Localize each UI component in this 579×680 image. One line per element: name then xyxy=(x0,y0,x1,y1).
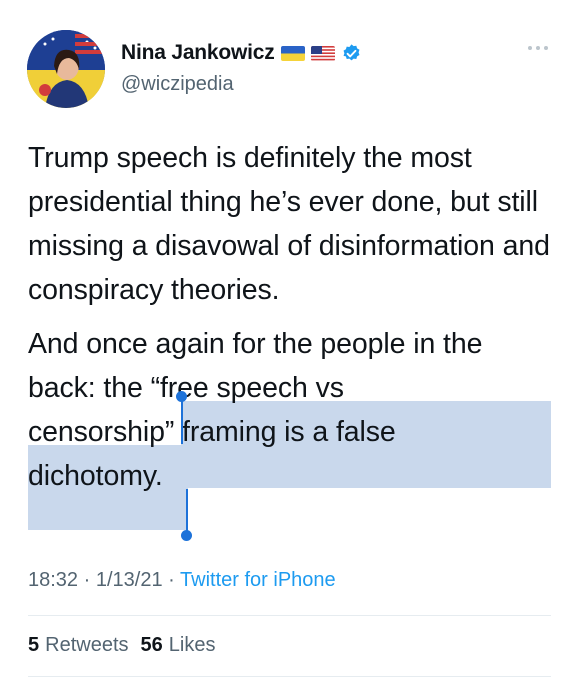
more-options-icon[interactable] xyxy=(528,46,550,54)
meta-separator: · xyxy=(168,569,175,591)
retweets-label: Retweets xyxy=(45,634,129,656)
tweet-stats: 5 Retweets 56 Likes xyxy=(28,634,215,657)
author-name[interactable]: Nina Jankowicz xyxy=(121,41,275,65)
retweets-count: 5 xyxy=(28,634,40,656)
selection-end-caret xyxy=(186,489,188,531)
avatar-image xyxy=(27,30,105,108)
tweet-text: Trump speech is definitely the most pres… xyxy=(28,136,553,498)
selected-text: dichotomy. xyxy=(28,460,163,492)
tweet-source-link[interactable]: Twitter for iPhone xyxy=(180,569,336,591)
likes-stat[interactable]: 56 Likes xyxy=(141,634,216,657)
tweet-meta: 18:32 · 1/13/21 · Twitter for iPhone xyxy=(28,569,336,592)
retweets-stat[interactable]: 5 Retweets xyxy=(28,634,129,657)
likes-label: Likes xyxy=(168,634,216,656)
selection-start-caret xyxy=(181,398,183,444)
selected-text: censorship” framing is a false xyxy=(28,416,396,448)
ukraine-flag-icon xyxy=(280,45,305,61)
divider xyxy=(28,615,551,616)
author-row: Nina Jankowicz xyxy=(121,41,362,65)
us-flag-icon xyxy=(310,45,335,61)
tweet-paragraph-1: Trump speech is definitely the most pres… xyxy=(28,142,550,306)
author-handle[interactable]: @wiczipedia xyxy=(121,73,234,96)
divider xyxy=(28,676,551,677)
tweet-line: back: the xyxy=(28,372,151,404)
meta-separator: · xyxy=(83,569,91,591)
tweet-time[interactable]: 18:32 xyxy=(28,569,78,591)
tweet-date[interactable]: 1/13/21 xyxy=(96,569,163,591)
tweet-line: And once again for the people in the xyxy=(28,328,483,360)
avatar[interactable] xyxy=(27,30,105,108)
tweet-paragraph-2: And once again for the people in the bac… xyxy=(28,322,553,498)
likes-count: 56 xyxy=(140,634,163,656)
verified-badge-icon xyxy=(341,43,362,64)
selection-end-handle[interactable] xyxy=(181,530,192,541)
